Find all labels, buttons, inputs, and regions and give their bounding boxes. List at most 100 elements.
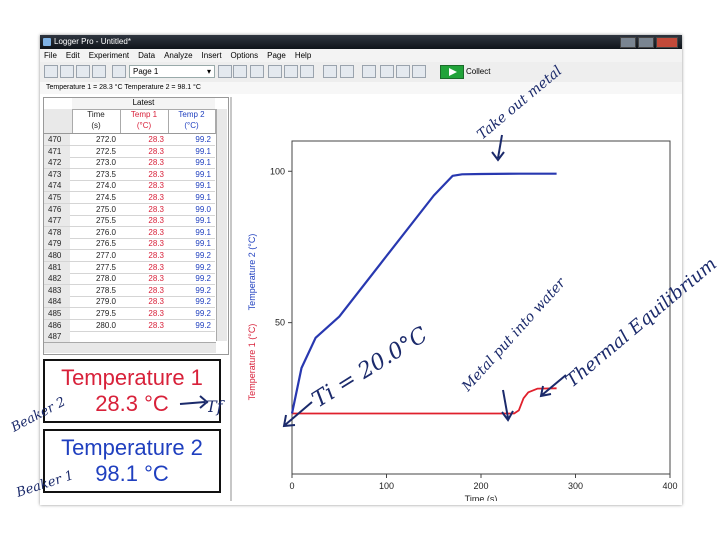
examine-icon[interactable]	[323, 65, 337, 78]
table-row[interactable]: 484 279.0 28.3 99.2	[44, 296, 215, 309]
page-select[interactable]: Page 1 ▾	[129, 65, 215, 78]
row-number: 473	[44, 168, 70, 180]
table-row[interactable]: 486 280.0 28.3 99.2	[44, 319, 215, 332]
print-icon[interactable]	[92, 65, 106, 78]
meter-temperature-1: Temperature 1 28.3 °C	[43, 359, 221, 423]
cell-temp2: 99.1	[195, 193, 211, 202]
y-axis-label-temp1: Temperature 1 (°C)	[247, 324, 257, 401]
menu-analyze[interactable]: Analyze	[164, 49, 192, 62]
cell-time: 276.5	[95, 239, 116, 249]
cell-temp2: 99.1	[195, 239, 211, 249]
horizontal-scrollbar[interactable]	[44, 342, 216, 353]
zoom-out-icon[interactable]	[300, 65, 314, 78]
cell-time: 278.5	[95, 285, 116, 295]
save-icon[interactable]	[76, 65, 90, 78]
cell-time: 275.0	[95, 204, 116, 214]
cell-temp2: 99.2	[195, 297, 211, 307]
table-row[interactable]: 482 278.0 28.3 99.2	[44, 273, 215, 286]
row-number: 476	[44, 203, 70, 215]
table-row[interactable]: 474 274.0 28.3 99.1	[44, 180, 215, 193]
row-number: 487	[44, 331, 70, 343]
x-tick-label: 200	[473, 481, 488, 491]
menu-page[interactable]: Page	[267, 49, 286, 62]
menu-edit[interactable]: Edit	[66, 49, 80, 62]
table-row[interactable]: 485 279.5 28.3 99.2	[44, 308, 215, 320]
cell-temp1: 28.3	[148, 251, 164, 260]
row-number: 483	[44, 284, 70, 296]
cell-temp2: 99.1	[195, 169, 211, 179]
collect-button[interactable]	[440, 65, 464, 79]
page-back-icon[interactable]	[112, 65, 126, 78]
cell-temp1: 28.3	[148, 239, 164, 249]
toolbar: Page 1 ▾ Collect	[40, 62, 682, 83]
col-time[interactable]: Time (s)	[72, 109, 121, 134]
tangent-icon[interactable]	[340, 65, 354, 78]
text-icon[interactable]	[250, 65, 264, 78]
app-icon	[43, 38, 51, 46]
cell-temp2: 99.2	[195, 320, 211, 330]
app-window: Logger Pro - Untitled* File Edit Experim…	[40, 35, 682, 505]
table-row[interactable]: 479 276.5 28.3 99.1	[44, 238, 215, 251]
menu-file[interactable]: File	[44, 49, 57, 62]
table-row[interactable]: 475 274.5 28.3 99.1	[44, 192, 215, 204]
table-row[interactable]: 483 278.5 28.3 99.2	[44, 284, 215, 297]
autoscale-icon[interactable]	[268, 65, 282, 78]
cell-temp2: 99.2	[195, 274, 211, 284]
col-temp1[interactable]: Temp 1 (°C)	[120, 109, 169, 134]
table-row[interactable]: 480 277.0 28.3 99.2	[44, 250, 215, 262]
table-corner	[44, 109, 73, 134]
graph-panel[interactable]: 0 100 200 300 400 50 100 Time (s) Temperature 1 …	[230, 97, 681, 501]
meter-1-label: Temperature 1	[61, 365, 203, 390]
minimize-button[interactable]	[620, 37, 636, 48]
page-forward-icon[interactable]	[218, 65, 232, 78]
menu-help[interactable]: Help	[295, 49, 311, 62]
table-row[interactable]: 473 273.5 28.3 99.1	[44, 168, 215, 181]
table-row[interactable]: 471 272.5 28.3 99.1	[44, 145, 215, 158]
curve-fit-icon[interactable]	[412, 65, 426, 78]
title-bar: Logger Pro - Untitled*	[40, 35, 682, 49]
temperature-graph[interactable]: 0 100 200 300 400 50 100 Time (s) Temperature 1 …	[232, 97, 681, 501]
cell-time: 273.0	[95, 158, 116, 168]
table-row[interactable]: 477 275.5 28.3 99.1	[44, 215, 215, 228]
cell-temp2: 99.2	[195, 285, 211, 295]
vertical-scrollbar[interactable]	[216, 109, 227, 341]
new-file-icon[interactable]	[44, 65, 58, 78]
open-folder-icon[interactable]	[60, 65, 74, 78]
cell-temp1: 28.3	[148, 297, 164, 307]
stats-icon[interactable]	[362, 65, 376, 78]
menu-options[interactable]: Options	[231, 49, 259, 62]
row-number: 481	[44, 261, 70, 273]
row-number: 484	[44, 296, 70, 308]
table-row[interactable]: 481 277.5 28.3 99.2	[44, 261, 215, 274]
cell-temp2: 99.2	[195, 251, 211, 260]
table-icon[interactable]	[233, 65, 247, 78]
y-axis-label-temp2: Temperature 2 (°C)	[247, 234, 257, 311]
cell-time: 276.0	[95, 227, 116, 237]
table-row[interactable]: 478 276.0 28.3 99.1	[44, 226, 215, 239]
table-row[interactable]: 476 275.0 28.3 99.0	[44, 203, 215, 216]
cell-temp1: 28.3	[148, 216, 164, 226]
linear-fit-icon[interactable]	[396, 65, 410, 78]
cell-temp2: 99.1	[195, 216, 211, 226]
cell-temp2: 99.1	[195, 181, 211, 191]
cell-temp1: 28.3	[148, 274, 164, 284]
zoom-in-icon[interactable]	[284, 65, 298, 78]
cell-temp2: 99.1	[195, 146, 211, 156]
table-row[interactable]: 470 272.0 28.3 99.2	[44, 134, 215, 146]
cell-time: 278.0	[95, 274, 116, 284]
collect-label: Collect	[466, 67, 491, 76]
menu-insert[interactable]: Insert	[202, 49, 222, 62]
cell-temp1: 28.3	[148, 285, 164, 295]
integral-icon[interactable]	[380, 65, 394, 78]
row-number: 482	[44, 273, 70, 285]
plot-area	[291, 140, 671, 475]
close-button[interactable]	[656, 37, 678, 48]
row-number: 471	[44, 145, 70, 157]
menu-experiment[interactable]: Experiment	[89, 49, 129, 62]
menu-data[interactable]: Data	[138, 49, 155, 62]
maximize-button[interactable]	[638, 37, 654, 48]
col-temp2[interactable]: Temp 2 (°C)	[168, 109, 216, 134]
data-table: Latest Time (s) Temp 1 (°C) Temp 2 (°C) …	[43, 97, 229, 355]
table-row[interactable]: 472 273.0 28.3 99.1	[44, 157, 215, 170]
cell-temp1: 28.3	[148, 146, 164, 156]
